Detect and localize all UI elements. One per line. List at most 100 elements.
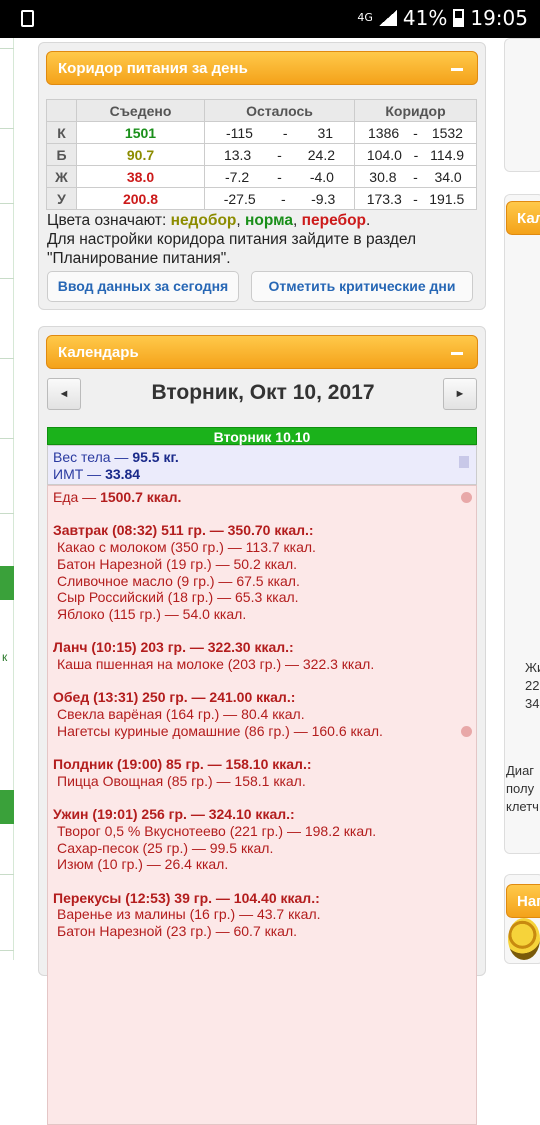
corridor-min: 1386 [368,124,400,141]
dash: - [413,190,418,207]
weight-label: Вес тела — [53,449,133,465]
table-row: Ж 38.0 -7.2- -4.0 30.8-34.0 [46,165,477,188]
remaining-min: -27.5 [223,190,256,207]
apple-icon [461,492,472,503]
weight-line: Вес тела — 95.5 кг. [53,449,476,466]
apple-icon-2 [461,726,472,737]
col-header-corridor: Коридор [354,99,477,122]
corridor-max: 114.9 [430,146,465,163]
col-header-remaining: Осталось [204,99,355,122]
right-text-22: 22 [525,678,540,693]
left-green-button-2[interactable] [0,790,14,824]
meal-spacer [53,623,476,640]
food-section[interactable]: Еда — 1500.7 ккал. Завтрак (08:32) 511 г… [47,485,477,1125]
food-item[interactable]: Батон Нарезной (19 гр.) — 50.2 ккал. [53,556,476,573]
table-row: К 1501 -115-31 1386-1532 [46,121,477,144]
calendar-nav: ◄ Вторник, Окт 10, 2017 ► [39,377,487,413]
dash: - [277,146,282,163]
remaining-min: -7.2 [225,168,250,185]
food-item[interactable]: Сливочное масло (9 гр.) — 67.5 ккал. [53,573,476,590]
bmi-value: 33.84 [105,466,141,482]
meal-spacer [53,873,476,890]
nutrition-corridor-panel: Коридор питания за день Съедено Осталось… [38,42,486,310]
food-item[interactable]: Варенье из малины (16 гр.) — 43.7 ккал. [53,906,476,923]
collapse-icon[interactable] [451,352,463,355]
corridor-max: 34.0 [434,168,462,185]
right-panel-mid [504,194,540,854]
settings-note: Для настройки коридора питания зайдите в… [47,231,417,267]
table-row: У 200.8 -27.5- -9.3 173.3-191.5 [46,187,477,210]
left-column: к [0,38,14,960]
right-column: Кал Жи 22 34 Диаг полу клетч Нап [498,38,540,964]
dash: - [281,190,286,207]
legend-over: перебор [301,212,367,229]
weight-section[interactable]: Вес тела — 95.5 кг. ИМТ — 33.84 [47,445,477,485]
meal-title[interactable]: Ланч (10:15) 203 гр. — 322.30 ккал.: [53,639,476,656]
meal-title[interactable]: Завтрак (08:32) 511 гр. — 350.70 ккал.: [53,522,476,539]
enter-today-button[interactable]: Ввод данных за сегодня [47,271,239,302]
legend-sep-2: , [293,212,302,229]
weight-value: 95.5 кг. [132,449,179,465]
corridor-min: 30.8 [369,168,397,185]
left-column-text: к [2,650,8,664]
meal-title[interactable]: Ужин (19:01) 256 гр. — 324.10 ккал.: [53,806,476,823]
right-panel-header[interactable]: Кал [506,201,540,235]
food-total-label: Еда — [53,489,101,505]
collapse-icon[interactable] [451,68,463,71]
meal-title[interactable]: Обед (13:31) 250 гр. — 241.00 ккал.: [53,689,476,706]
color-legend: Цвета означают: недобор, норма, перебор. [47,211,477,230]
food-item[interactable]: Творог 0,5 % Вкуснотеево (221 гр.) — 198… [53,823,476,840]
day-header[interactable]: Вторник 10.10 [47,427,477,445]
table-corner [46,99,77,122]
status-bar: 4G 41% 19:05 [0,0,540,38]
food-item[interactable]: Батон Нарезной (23 гр.) — 60.7 ккал. [53,923,476,940]
meal-title[interactable]: Полдник (19:00) 85 гр. — 158.10 ккал.: [53,756,476,773]
food-item[interactable]: Пицца Овощная (85 гр.) — 158.1 ккал. [53,773,476,790]
bmi-label: ИМТ — [53,466,106,482]
eaten-value: 38.0 [76,165,205,188]
remaining-min: -115 [225,124,253,141]
food-item[interactable]: Изюм (10 гр.) — 26.4 ккал. [53,856,476,873]
battery-percent: 41% [402,6,448,30]
remaining-max: -4.0 [309,168,334,185]
food-item[interactable]: Сыр Российский (18 гр.) — 65.3 ккал. [53,589,476,606]
dash: - [413,168,418,185]
bmi-line: ИМТ — 33.84 [53,466,476,483]
legend-end: . [366,212,371,229]
legend-under: недобор [170,212,237,229]
food-item[interactable]: Сахар-песок (25 гр.) — 99.5 ккал. [53,840,476,857]
right-text-kletch: клетч [506,799,539,814]
food-item[interactable]: Свекла варёная (164 гр.) — 80.4 ккал. [53,706,476,723]
right-text-polu: полу [506,781,535,796]
battery-icon [453,9,465,27]
right-text-diag: Диаг [506,763,535,778]
legend-norm: норма [245,212,293,229]
meal-spacer [53,673,476,690]
remaining-cell: -115 - 31 [204,121,355,144]
meal-title[interactable]: Перекусы (12:53) 39 гр. — 104.40 ккал.: [53,890,476,907]
calendar-panel-header[interactable]: Календарь [46,335,478,369]
meal-spacer [53,506,476,523]
row-label: К [46,121,77,144]
food-total-line: Еда — 1500.7 ккал. [53,489,476,506]
remaining-max: 24.2 [307,146,336,163]
next-day-button[interactable]: ► [443,378,477,410]
table-row: Б 90.7 13.3-24.2 104.0-114.9 [46,143,477,166]
corridor-cell: 30.8-34.0 [354,165,477,188]
corridor-min: 173.3 [366,190,402,207]
dash: - [413,146,419,163]
food-item[interactable]: Нагетсы куриные домашние (86 гр.) — 160.… [53,723,476,740]
food-item[interactable]: Какао с молоком (350 гр.) — 113.7 ккал. [53,539,476,556]
food-item[interactable]: Яблоко (115 гр.) — 54.0 ккал. [53,606,476,623]
right-text-zh: Жи [525,660,540,675]
sim-card-icon [21,10,34,27]
mark-critical-days-button[interactable]: Отметить критические дни [251,271,473,302]
remaining-min: 13.3 [223,146,252,163]
food-item[interactable]: Каша пшенная на молоке (203 гр.) — 322.3… [53,656,476,673]
nutrition-panel-header[interactable]: Коридор питания за день [46,51,478,85]
right-panel-header-2[interactable]: Нап [506,884,540,918]
left-green-button[interactable] [0,566,14,600]
remaining-cell: -27.5 - -9.3 [204,187,355,210]
row-label: Б [46,143,77,166]
bee-mascot-icon [508,918,540,960]
